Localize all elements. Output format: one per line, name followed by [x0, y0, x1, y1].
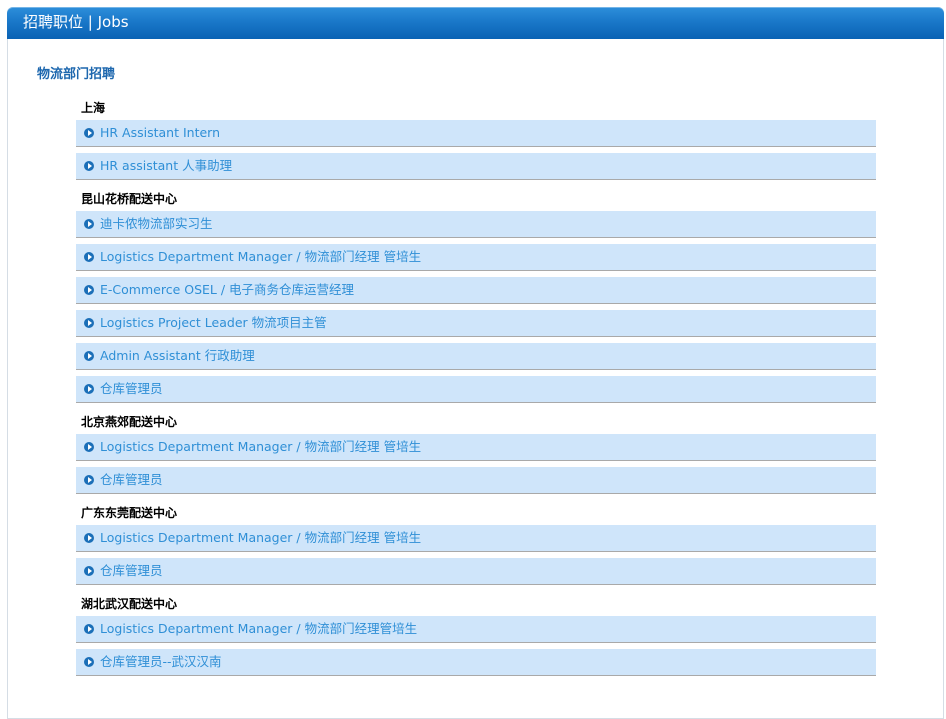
circle-arrow-right-icon: [84, 128, 94, 138]
job-row[interactable]: Logistics Department Manager / 物流部门经理 管培…: [76, 525, 876, 552]
circle-arrow-right-icon: [84, 161, 94, 171]
circle-arrow-right-icon: [84, 219, 94, 229]
job-link[interactable]: Logistics Project Leader 物流项目主管: [100, 315, 327, 331]
circle-arrow-right-icon: [84, 475, 94, 485]
job-link[interactable]: 仓库管理员: [100, 563, 163, 579]
job-row[interactable]: Logistics Department Manager / 物流部门经理管培生: [76, 616, 876, 643]
job-row[interactable]: 仓库管理员--武汉汉南: [76, 649, 876, 676]
job-link[interactable]: Logistics Department Manager / 物流部门经理 管培…: [100, 249, 421, 265]
job-row[interactable]: Admin Assistant 行政助理: [76, 343, 876, 370]
group-label-wuhan: 湖北武汉配送中心: [81, 597, 178, 611]
circle-arrow-right-icon: [84, 285, 94, 295]
group-label-kunshan: 昆山花桥配送中心: [81, 192, 178, 206]
circle-arrow-right-icon: [84, 384, 94, 394]
job-link[interactable]: 迪卡侬物流部实习生: [100, 216, 213, 232]
job-row[interactable]: HR assistant 人事助理: [76, 153, 876, 180]
job-link[interactable]: Logistics Department Manager / 物流部门经理 管培…: [100, 530, 421, 546]
group-label-shanghai: 上海: [81, 101, 106, 115]
job-link[interactable]: Logistics Department Manager / 物流部门经理管培生: [100, 621, 417, 637]
job-link[interactable]: E-Commerce OSEL / 电子商务仓库运营经理: [100, 282, 354, 298]
circle-arrow-right-icon: [84, 442, 94, 452]
circle-arrow-right-icon: [84, 351, 94, 361]
circle-arrow-right-icon: [84, 318, 94, 328]
circle-arrow-right-icon: [84, 657, 94, 667]
job-link[interactable]: 仓库管理员: [100, 381, 163, 397]
circle-arrow-right-icon: [84, 566, 94, 576]
job-link[interactable]: HR Assistant Intern: [100, 125, 220, 141]
group-label-dongguan: 广东东莞配送中心: [81, 506, 178, 520]
job-link[interactable]: HR assistant 人事助理: [100, 158, 232, 174]
job-link[interactable]: Admin Assistant 行政助理: [100, 348, 255, 364]
group-label-beijing: 北京燕郊配送中心: [81, 415, 178, 429]
job-row[interactable]: 仓库管理员: [76, 376, 876, 403]
job-link[interactable]: 仓库管理员: [100, 472, 163, 488]
circle-arrow-right-icon: [84, 533, 94, 543]
circle-arrow-right-icon: [84, 252, 94, 262]
job-row[interactable]: 仓库管理员: [76, 467, 876, 494]
job-row[interactable]: Logistics Department Manager / 物流部门经理 管培…: [76, 434, 876, 461]
job-row[interactable]: Logistics Project Leader 物流项目主管: [76, 310, 876, 337]
job-row[interactable]: Logistics Department Manager / 物流部门经理 管培…: [76, 244, 876, 271]
job-row[interactable]: E-Commerce OSEL / 电子商务仓库运营经理: [76, 277, 876, 304]
job-link[interactable]: Logistics Department Manager / 物流部门经理 管培…: [100, 439, 421, 455]
section-title: 物流部门招聘: [37, 67, 116, 82]
job-row[interactable]: HR Assistant Intern: [76, 120, 876, 147]
panel-title: 招聘职位 | Jobs: [23, 13, 129, 31]
job-row[interactable]: 迪卡侬物流部实习生: [76, 211, 876, 238]
job-row[interactable]: 仓库管理员: [76, 558, 876, 585]
panel-header: 招聘职位 | Jobs: [7, 7, 944, 39]
job-link[interactable]: 仓库管理员--武汉汉南: [100, 654, 222, 670]
circle-arrow-right-icon: [84, 624, 94, 634]
